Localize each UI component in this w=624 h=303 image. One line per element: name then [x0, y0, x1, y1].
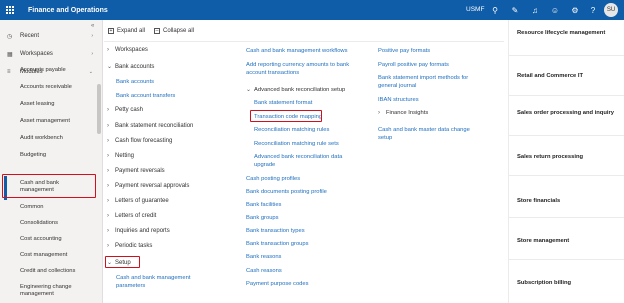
chevron-right-icon: ›: [107, 47, 109, 53]
link-bank-statement-format[interactable]: Bank statement format: [254, 99, 374, 107]
module-common[interactable]: Common: [20, 204, 96, 211]
tile-store-financials[interactable]: Store financials: [509, 176, 624, 218]
chevron-right-icon: ›: [107, 138, 109, 144]
module-cost-accounting[interactable]: Cost accounting: [20, 236, 96, 243]
collapse-all-button[interactable]: – Collapse all: [154, 28, 194, 34]
module-budgeting[interactable]: Budgeting: [20, 152, 96, 159]
collapse-icon: –: [154, 28, 160, 34]
nav-workspaces[interactable]: ▦ Workspaces ›: [0, 47, 100, 61]
link-bank-accounts[interactable]: Bank accounts: [116, 79, 154, 85]
link-bank-statement-import-methods[interactable]: Bank statement import methods for genera…: [378, 74, 478, 90]
chevron-right-icon: ›: [107, 107, 109, 113]
group-advanced-bank-reconciliation[interactable]: ⌄ Advanced bank reconciliation setup: [246, 86, 345, 94]
search-icon[interactable]: ⚲: [488, 3, 502, 17]
link-bank-documents-posting-profile[interactable]: Bank documents posting profile: [246, 188, 366, 196]
group-workspaces[interactable]: › Workspaces: [107, 47, 148, 53]
module-accounts-payable[interactable]: Accounts payable: [20, 67, 96, 74]
navigation-pane: « ◷ Recent › ▦ Workspaces › ≡ Modules ⌄: [0, 20, 103, 303]
tile-resource-lifecycle[interactable]: Resource lifecycle management: [509, 20, 624, 56]
group-inquiries-and-reports[interactable]: › Inquiries and reports: [107, 228, 170, 234]
nav-scrollbar[interactable]: [97, 84, 101, 134]
tile-subscription-billing[interactable]: Subscription billing: [509, 260, 624, 303]
group-payment-reversals[interactable]: › Payment reversals: [107, 168, 165, 174]
module-toolbar: + Expand all – Collapse all: [104, 20, 504, 42]
chevron-down-icon: ⌄: [107, 64, 113, 70]
link-reconciliation-matching-rule-sets[interactable]: Reconciliation matching rule sets: [254, 140, 374, 148]
group-finance-insights[interactable]: › Finance Insights: [378, 110, 428, 116]
chat-icon[interactable]: ✎: [508, 3, 522, 17]
chevron-right-icon: ›: [107, 123, 109, 129]
highlight-cash-bank-module: [2, 174, 96, 198]
link-positive-pay-formats[interactable]: Positive pay formats: [378, 47, 498, 55]
link-bank-groups[interactable]: Bank groups: [246, 214, 366, 222]
notification-bell-icon[interactable]: ♫: [528, 3, 542, 17]
smiley-feedback-icon[interactable]: ☺: [548, 3, 562, 17]
link-bank-reasons[interactable]: Bank reasons: [246, 253, 366, 261]
group-bank-accounts[interactable]: ⌄ Bank accounts: [107, 63, 154, 71]
group-petty-cash[interactable]: › Petty cash: [107, 107, 143, 113]
chevron-right-icon: ›: [378, 110, 380, 116]
link-bank-transaction-types[interactable]: Bank transaction types: [246, 227, 366, 235]
chevron-right-icon: ›: [107, 228, 109, 234]
chevron-right-icon: ›: [107, 183, 109, 189]
expand-icon: +: [108, 28, 114, 34]
link-reconciliation-matching-rules[interactable]: Reconciliation matching rules: [254, 126, 374, 134]
module-audit-workbench[interactable]: Audit workbench: [20, 135, 96, 142]
group-bank-statement-reconciliation[interactable]: › Bank statement reconciliation: [107, 123, 193, 129]
expand-all-button[interactable]: + Expand all: [108, 28, 145, 34]
chevron-right-icon: ›: [107, 213, 109, 219]
group-payment-reversal-approvals[interactable]: › Payment reversal approvals: [107, 183, 189, 189]
link-cash-posting-profiles[interactable]: Cash posting profiles: [246, 175, 366, 183]
group-letters-of-credit[interactable]: › Letters of credit: [107, 213, 156, 219]
avatar[interactable]: SU: [604, 3, 618, 17]
link-bank-account-transfers[interactable]: Bank account transfers: [116, 93, 175, 99]
chevron-right-icon: ›: [107, 168, 109, 174]
tile-store-management[interactable]: Store management: [509, 218, 624, 260]
link-bank-transaction-groups[interactable]: Bank transaction groups: [246, 240, 366, 248]
group-letters-of-guarantee[interactable]: › Letters of guarantee: [107, 198, 169, 204]
tile-retail-commerce-it[interactable]: Retail and Commerce IT: [509, 56, 624, 96]
group-cash-flow-forecasting[interactable]: › Cash flow forecasting: [107, 138, 172, 144]
tile-sales-order-processing[interactable]: Sales order processing and inquiry: [509, 96, 624, 136]
workspace-icon: ▦: [7, 51, 13, 58]
highlight-transaction-code-mapping: [250, 110, 322, 122]
list-icon: ≡: [7, 69, 11, 75]
link-add-reporting-currency[interactable]: Add reporting currency amounts to bank a…: [246, 61, 351, 77]
nav-recent[interactable]: ◷ Recent ›: [0, 29, 100, 43]
link-bank-facilities[interactable]: Bank facilities: [246, 201, 366, 209]
gear-icon[interactable]: ⚙: [568, 3, 582, 17]
link-cash-bank-parameters[interactable]: Cash and bank management parameters: [116, 274, 206, 290]
link-cash-reasons[interactable]: Cash reasons: [246, 267, 366, 275]
module-accounts-receivable[interactable]: Accounts receivable: [20, 84, 96, 91]
module-consolidations[interactable]: Consolidations: [20, 220, 96, 227]
tile-sales-return-processing[interactable]: Sales return processing: [509, 136, 624, 176]
app-title: Finance and Operations: [28, 6, 108, 14]
link-payment-purpose-codes[interactable]: Payment purpose codes: [246, 280, 366, 288]
module-asset-management[interactable]: Asset management: [20, 118, 96, 125]
link-iban-structures[interactable]: IBAN structures: [378, 96, 498, 104]
chevron-right-icon: ›: [107, 198, 109, 204]
highlight-setup-group: [105, 256, 140, 268]
group-periodic-tasks[interactable]: › Periodic tasks: [107, 243, 152, 249]
chevron-right-icon: ›: [107, 153, 109, 159]
workspace-tiles-panel: Resource lifecycle management Retail and…: [508, 20, 624, 303]
link-cash-bank-master-data-change-setup[interactable]: Cash and bank master data change setup: [378, 126, 478, 142]
clock-icon: ◷: [7, 33, 13, 40]
help-icon[interactable]: ?: [586, 3, 600, 17]
module-asset-leasing[interactable]: Asset leasing: [20, 101, 96, 108]
app-launcher-icon[interactable]: [0, 0, 20, 20]
group-netting[interactable]: › Netting: [107, 153, 134, 159]
module-credit-and-collections[interactable]: Credit and collections: [20, 268, 96, 275]
link-cash-bank-workflows[interactable]: Cash and bank management workflows: [246, 47, 366, 55]
chevron-down-icon: ⌄: [246, 87, 252, 93]
module-cost-management[interactable]: Cost management: [20, 252, 96, 259]
link-advanced-bank-reconciliation-upgrade[interactable]: Advanced bank reconciliation data upgrad…: [254, 153, 364, 169]
link-payroll-positive-pay-formats[interactable]: Payroll positive pay formats: [378, 61, 498, 69]
chevron-right-icon: ›: [107, 243, 109, 249]
company-picker[interactable]: USMF: [466, 6, 484, 13]
module-engineering-change-management[interactable]: Engineering change management: [20, 284, 80, 298]
